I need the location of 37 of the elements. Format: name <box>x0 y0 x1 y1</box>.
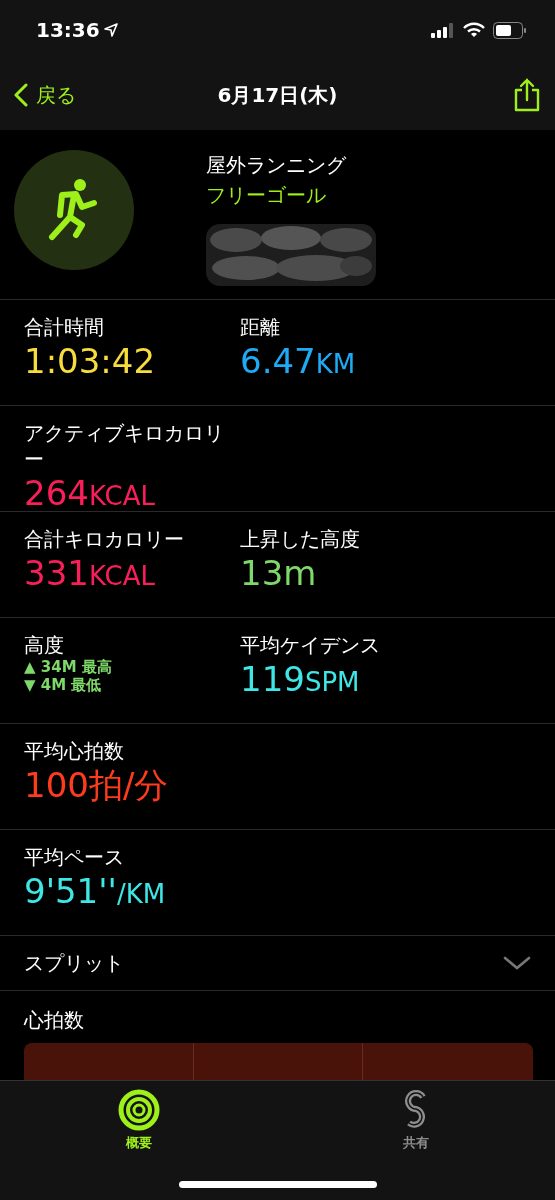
running-figure-icon <box>48 179 100 241</box>
metric-value: 264KCAL <box>24 472 156 515</box>
metric-label: 平均ケイデンス <box>240 632 381 658</box>
metric-label: 合計キロカロリー <box>24 526 185 552</box>
metric-value: 13m <box>240 552 318 595</box>
battery-icon <box>493 21 527 39</box>
metric-value: 1:03:42 <box>24 340 157 383</box>
workout-goal: フリーゴール <box>206 182 327 209</box>
rings-icon <box>117 1089 160 1131</box>
workout-type: 屋外ランニング <box>206 152 347 179</box>
metric-label: 高度 <box>24 632 65 658</box>
wifi-icon <box>463 22 485 38</box>
metric-value: 331KCAL <box>24 552 156 595</box>
metric-value: 119SPM <box>240 658 361 701</box>
metric-label: 上昇した高度 <box>240 526 361 552</box>
metric-value: 6.47KM <box>240 340 357 383</box>
metric-label: 合計時間 <box>24 314 105 340</box>
altitude-range: ▲ 34M 最高 <box>24 658 113 676</box>
metric-label: 距離 <box>240 314 281 340</box>
splits-row[interactable]: スプリット <box>0 936 555 991</box>
metric-value: 9'51''/KM <box>24 870 167 913</box>
chevron-icon <box>503 955 531 971</box>
share-icon[interactable] <box>513 78 541 112</box>
metric-label: 平均心拍数 <box>24 738 125 764</box>
metric-label: アクティブキロカロリー <box>24 420 225 472</box>
signal-icon <box>431 22 455 38</box>
back-button[interactable]: 戻る <box>14 80 76 110</box>
metric-value: 100拍/分 <box>24 764 170 807</box>
tab[interactable]: 共有 <box>346 1081 487 1200</box>
section-title: 心拍数 <box>24 1007 85 1033</box>
metric-label: 平均ペース <box>24 844 125 870</box>
back-chevron-icon <box>14 83 28 107</box>
status-time: 13:36 <box>36 17 100 44</box>
altitude-range: ▼ 4M 最低 <box>24 676 103 694</box>
nav-title: 6月17日(木) <box>217 82 338 109</box>
location-icon <box>103 23 118 37</box>
tab[interactable]: 概要 <box>68 1081 209 1200</box>
